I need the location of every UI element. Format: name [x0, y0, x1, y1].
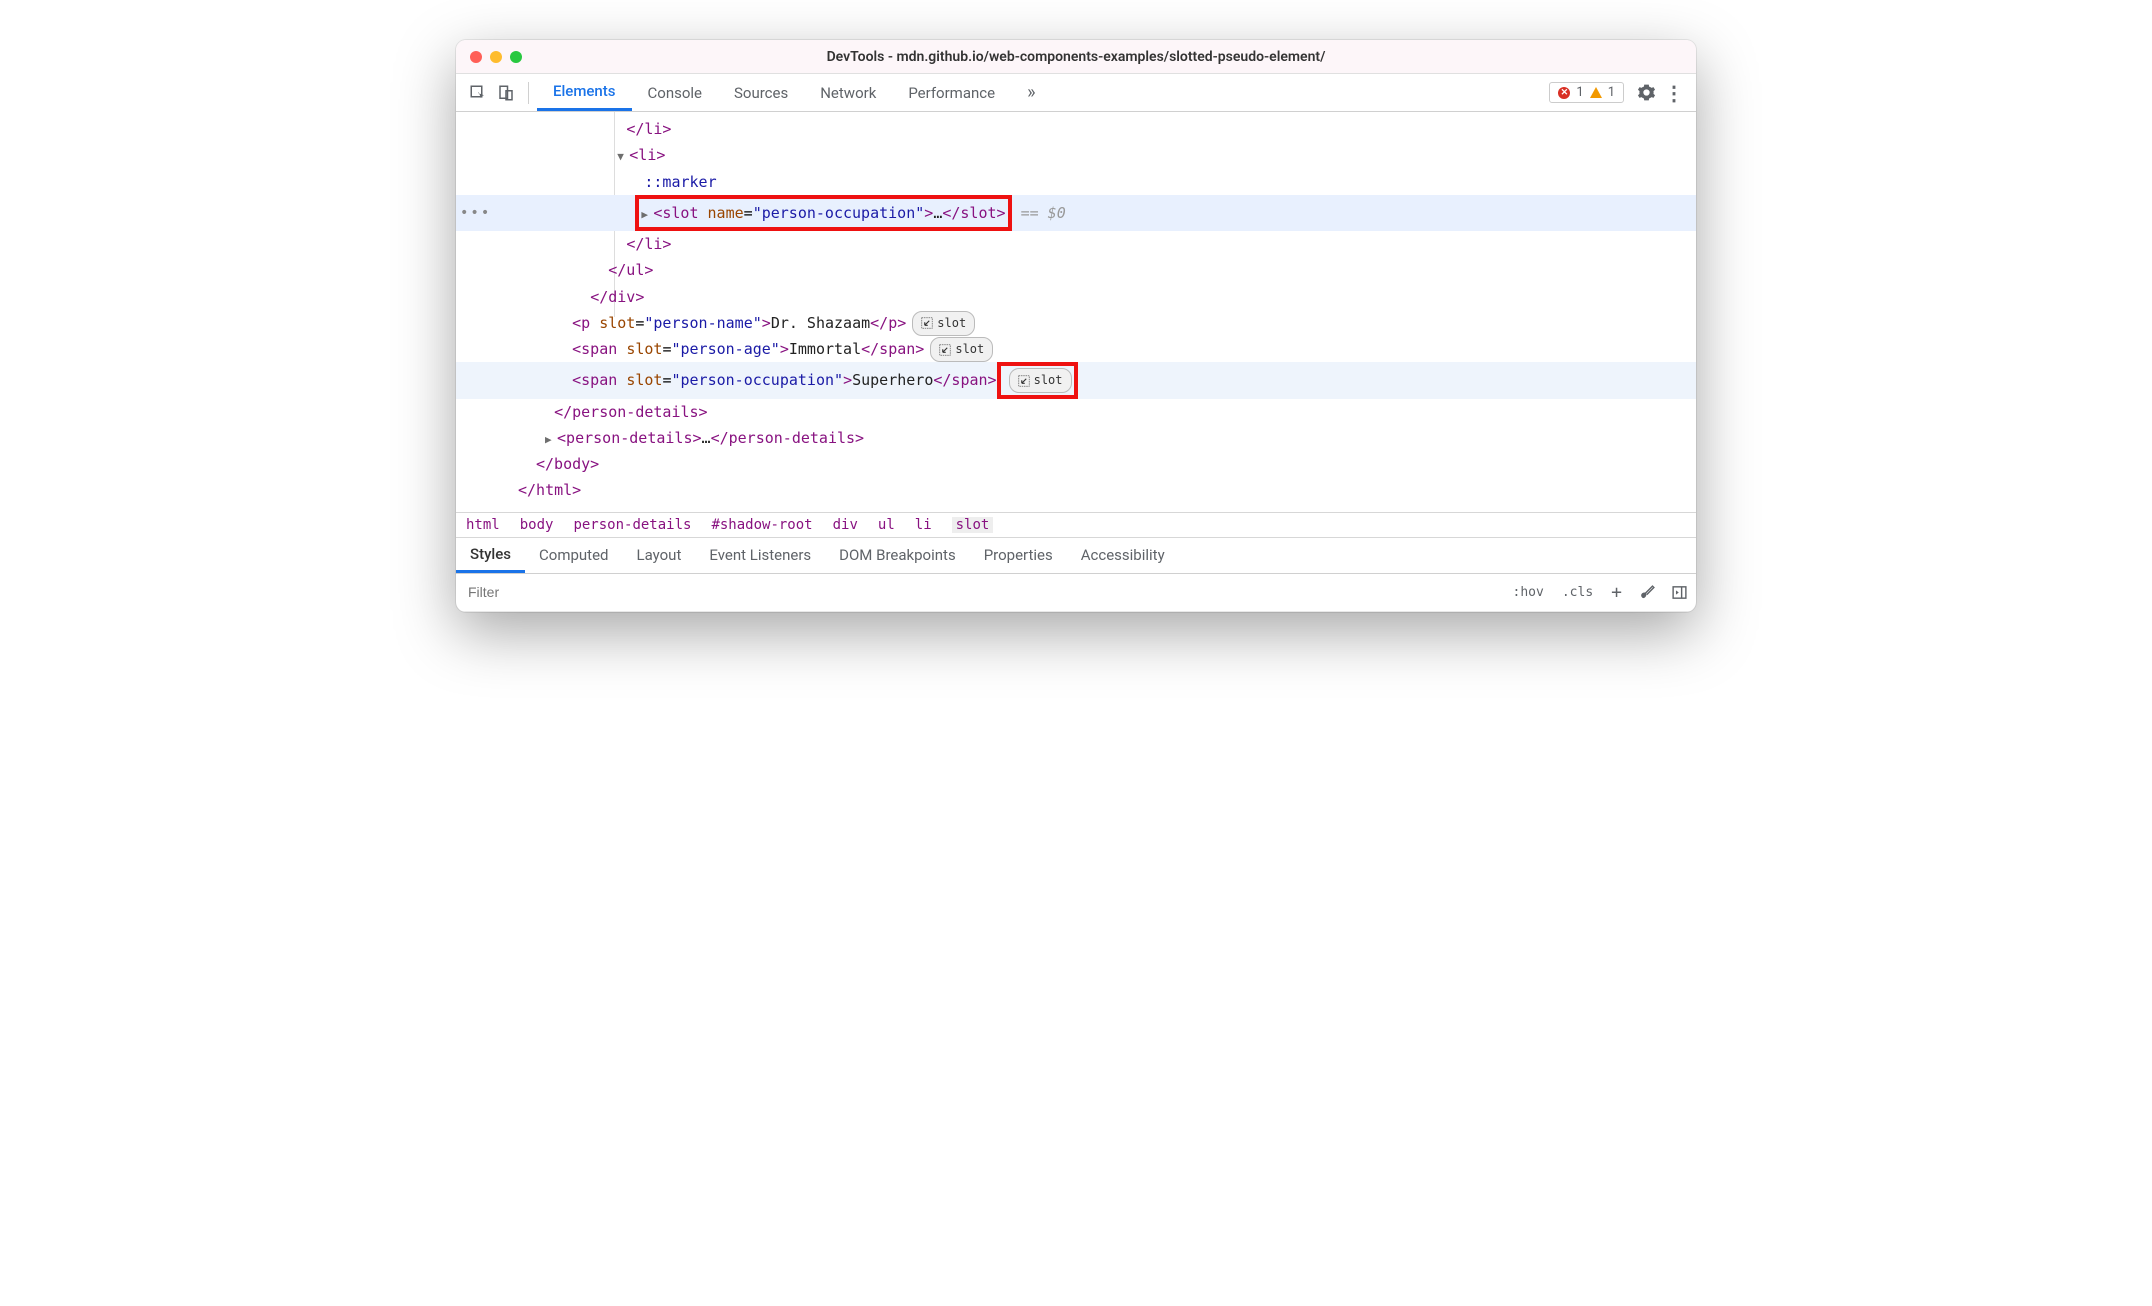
warning-icon: [1590, 87, 1602, 98]
subtab-computed[interactable]: Computed: [525, 538, 623, 573]
crumb-body[interactable]: body: [520, 517, 554, 533]
warning-count: 1: [1608, 85, 1615, 100]
titlebar: DevTools - mdn.github.io/web-components-…: [456, 40, 1696, 74]
tree-row[interactable]: </body>: [456, 451, 1696, 477]
subtab-dom-breakpoints[interactable]: DOM Breakpoints: [825, 538, 970, 573]
error-icon: ✕: [1558, 87, 1570, 99]
gutter-dots-icon[interactable]: •••: [460, 201, 491, 226]
tree-row-selected[interactable]: ••• ▶<slot name="person-occupation">…</s…: [456, 195, 1696, 231]
paint-brush-icon[interactable]: [1636, 578, 1658, 606]
tab-network[interactable]: Network: [804, 74, 892, 111]
tree-row[interactable]: <p slot="person-name">Dr. Shazaam</p>slo…: [456, 310, 1696, 336]
status-badges[interactable]: ✕ 1 1: [1549, 82, 1624, 103]
gear-icon[interactable]: [1632, 79, 1660, 107]
tree-row[interactable]: <span slot="person-occupation">Superhero…: [456, 362, 1696, 398]
elements-tree[interactable]: </li> ▼<li> ::marker ••• ▶<slot name="pe…: [456, 112, 1696, 512]
tree-row[interactable]: </person-details>: [456, 399, 1696, 425]
tree-row[interactable]: ▶<person-details>…</person-details>: [456, 425, 1696, 451]
caret-down-icon[interactable]: ▼: [617, 147, 629, 166]
tree-row[interactable]: </div>: [456, 284, 1696, 310]
crumb-slot[interactable]: slot: [952, 517, 994, 533]
tree-row[interactable]: <span slot="person-age">Immortal</span>s…: [456, 336, 1696, 362]
tree-row[interactable]: </li>: [456, 116, 1696, 142]
hov-toggle[interactable]: :hov: [1509, 585, 1548, 600]
kebab-menu-icon[interactable]: ⋮: [1660, 79, 1688, 107]
panel-tabs: Elements Console Sources Network Perform…: [537, 74, 1052, 111]
device-toolbar-icon[interactable]: [492, 79, 520, 107]
crumb-html[interactable]: html: [466, 517, 500, 533]
highlight-box: slot: [997, 362, 1078, 398]
subtab-layout[interactable]: Layout: [623, 538, 696, 573]
tree-row[interactable]: ::marker: [456, 169, 1696, 195]
subtab-properties[interactable]: Properties: [970, 538, 1067, 573]
breadcrumb: html body person-details #shadow-root di…: [456, 512, 1696, 538]
subtab-event-listeners[interactable]: Event Listeners: [695, 538, 825, 573]
styles-filter-bar: :hov .cls +: [456, 574, 1696, 612]
reveal-slot-badge[interactable]: slot: [912, 311, 975, 336]
crumb-person-details[interactable]: person-details: [573, 517, 691, 533]
tab-console[interactable]: Console: [632, 74, 719, 111]
tab-elements[interactable]: Elements: [537, 74, 632, 111]
new-style-rule-icon[interactable]: +: [1607, 582, 1626, 603]
separator: [528, 82, 529, 104]
highlight-box: ▶<slot name="person-occupation">…</slot>: [635, 195, 1011, 231]
tree-row[interactable]: </html>: [456, 477, 1696, 503]
tab-sources[interactable]: Sources: [718, 74, 804, 111]
cls-toggle[interactable]: .cls: [1558, 585, 1597, 600]
caret-right-icon[interactable]: ▶: [641, 205, 653, 224]
error-count: 1: [1576, 85, 1583, 100]
crumb-shadow-root[interactable]: #shadow-root: [711, 517, 812, 533]
reveal-slot-badge[interactable]: slot: [930, 337, 993, 362]
tree-row[interactable]: ▼<li>: [456, 142, 1696, 168]
styles-filter-input[interactable]: [462, 584, 1499, 600]
tree-row[interactable]: </li>: [456, 231, 1696, 257]
main-toolbar: Elements Console Sources Network Perform…: [456, 74, 1696, 112]
crumb-li[interactable]: li: [915, 517, 932, 533]
toggle-pane-icon[interactable]: [1668, 578, 1690, 606]
devtools-window: DevTools - mdn.github.io/web-components-…: [456, 40, 1696, 612]
tab-more-icon[interactable]: »: [1011, 74, 1051, 111]
window-title: DevTools - mdn.github.io/web-components-…: [456, 49, 1696, 65]
crumb-div[interactable]: div: [833, 517, 858, 533]
crumb-ul[interactable]: ul: [878, 517, 895, 533]
tab-performance[interactable]: Performance: [892, 74, 1011, 111]
subtab-styles[interactable]: Styles: [456, 538, 525, 573]
reveal-slot-badge[interactable]: slot: [1009, 368, 1072, 393]
tree-row[interactable]: </ul>: [456, 257, 1696, 283]
caret-right-icon[interactable]: ▶: [545, 430, 557, 449]
subtab-accessibility[interactable]: Accessibility: [1067, 538, 1179, 573]
inspect-element-icon[interactable]: [464, 79, 492, 107]
styles-pane-tabs: Styles Computed Layout Event Listeners D…: [456, 538, 1696, 574]
